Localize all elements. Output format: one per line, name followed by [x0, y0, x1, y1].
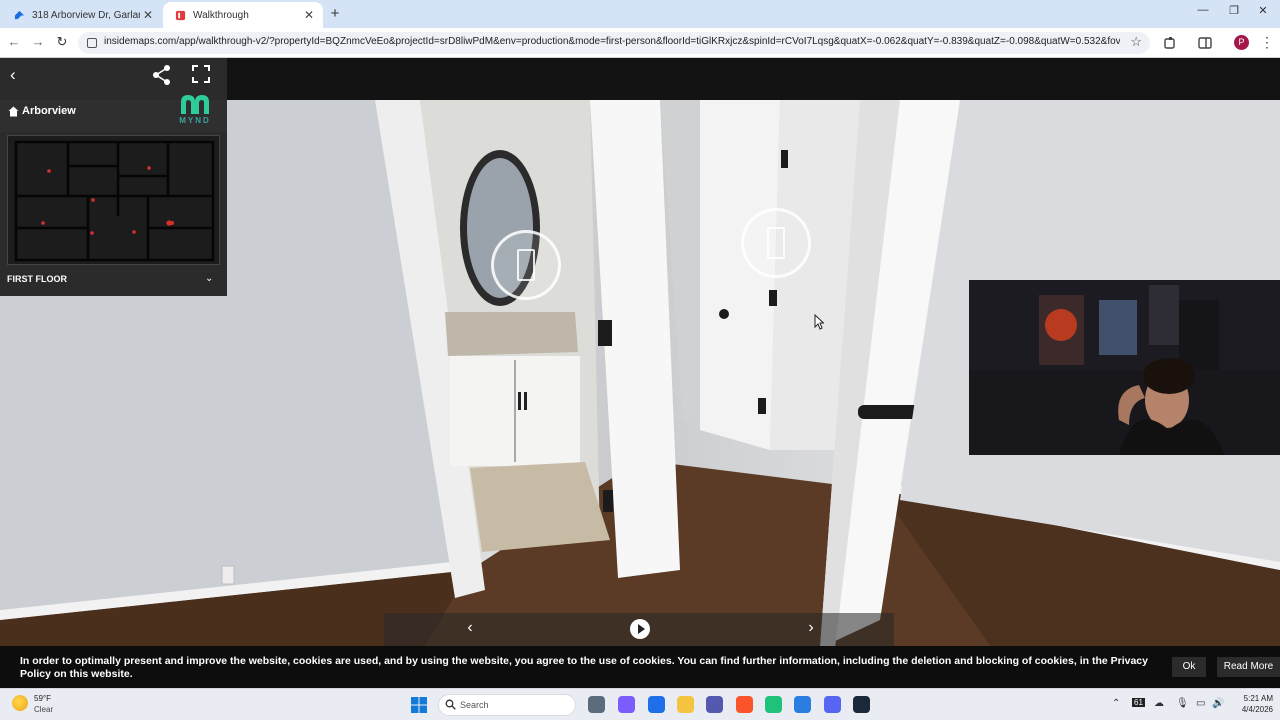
next-icon[interactable]: ›: [801, 619, 821, 637]
share-icon[interactable]: [151, 64, 173, 86]
brave-browser-icon[interactable]: [736, 696, 753, 713]
zillow-icon: [14, 10, 25, 19]
playback-controls: ‹ ›: [384, 613, 894, 646]
task-view-icon[interactable]: [588, 696, 605, 713]
tab-zillow[interactable]: 318 Arborview Dr, Garland, TX ✕: [2, 2, 162, 28]
reload-icon[interactable]: ↻: [53, 34, 71, 50]
chevron-down-icon: ⌄: [205, 273, 214, 284]
store-icon[interactable]: [648, 696, 665, 713]
tray-overflow-icon[interactable]: ⌃: [1112, 698, 1120, 709]
teams-icon[interactable]: [706, 696, 723, 713]
property-panel: ‹ Arborview MYND FIRST FLOOR ⌄: [0, 58, 227, 296]
search-placeholder: Search: [460, 700, 489, 710]
fullscreen-icon[interactable]: [191, 64, 211, 84]
clock-time[interactable]: 5:21 AM: [1233, 694, 1273, 703]
cookie-read-more-button[interactable]: Read More: [1217, 657, 1280, 677]
url-text: insidemaps.com/app/walkthrough-v2/?prope…: [104, 36, 1120, 47]
search-icon: [445, 699, 456, 710]
tray-app-icon[interactable]: 61: [1132, 698, 1145, 707]
tab-strip: 318 Arborview Dr, Garland, TX ✕ Walkthro…: [0, 0, 1280, 28]
cookie-banner: In order to optimally present and improv…: [0, 646, 1280, 688]
webcam-feed: [969, 280, 1280, 455]
mouse-cursor-icon: [814, 314, 824, 330]
floor-label: FIRST FLOOR: [7, 274, 67, 284]
floor-selector[interactable]: FIRST FLOOR ⌄: [0, 266, 227, 296]
close-icon[interactable]: ✕: [301, 8, 317, 22]
windows-start-icon[interactable]: [411, 697, 427, 713]
volume-icon[interactable]: 🔊: [1212, 698, 1224, 709]
tab-label: Walkthrough: [193, 9, 249, 21]
discord-icon[interactable]: [824, 696, 841, 713]
brand-logo: MYND: [168, 92, 222, 132]
display-icon[interactable]: ▭: [1196, 698, 1205, 709]
copilot-icon[interactable]: [618, 696, 635, 713]
app-icon[interactable]: [765, 696, 782, 713]
weather-description: Clear: [34, 705, 54, 714]
new-tab-button[interactable]: +: [328, 5, 342, 22]
menu-icon[interactable]: ⋮: [1260, 34, 1274, 51]
back-icon[interactable]: ←: [5, 34, 23, 49]
address-bar: ← → ↻ insidemaps.com/app/walkthrough-v2/…: [0, 28, 1280, 58]
navigation-hotspot[interactable]: [741, 208, 811, 278]
chrome-icon[interactable]: [794, 696, 811, 713]
brand-name: MYND: [179, 116, 211, 125]
property-name: Arborview: [22, 105, 76, 117]
cookie-message: In order to optimally present and improv…: [20, 655, 1148, 680]
navigation-hotspot[interactable]: [491, 230, 561, 300]
previous-icon[interactable]: ‹: [460, 619, 480, 637]
steam-icon[interactable]: [853, 696, 870, 713]
window-close-icon[interactable]: ✕: [1253, 4, 1273, 17]
walkthrough-viewer[interactable]: ‹ Arborview MYND FIRST FLOOR ⌄ ‹ › In or…: [0, 58, 1280, 688]
tab-walkthrough[interactable]: Walkthrough ✕: [163, 2, 323, 28]
forward-icon[interactable]: →: [29, 34, 47, 49]
insidemaps-icon: [175, 10, 186, 20]
microphone-icon[interactable]: 🎙: [1176, 698, 1189, 709]
weather-moon-icon[interactable]: [12, 695, 28, 711]
back-arrow-icon[interactable]: ‹: [10, 65, 16, 85]
file-explorer-icon[interactable]: [677, 696, 694, 713]
webcam-overlay: [969, 280, 1280, 455]
network-tray-icon[interactable]: ☁: [1154, 698, 1164, 709]
door-icon: [517, 249, 535, 281]
extensions-icon[interactable]: [1162, 35, 1178, 51]
minimize-icon[interactable]: —: [1193, 4, 1213, 16]
floor-plan-minimap[interactable]: [7, 135, 220, 265]
url-field[interactable]: insidemaps.com/app/walkthrough-v2/?prope…: [78, 32, 1150, 54]
floor-plan: [14, 140, 215, 262]
bookmark-star-icon[interactable]: ☆: [1130, 34, 1142, 50]
door-icon: [767, 227, 785, 259]
cookie-ok-button[interactable]: Ok: [1172, 657, 1206, 677]
clock-date[interactable]: 4/4/2026: [1233, 705, 1273, 714]
sidebar-panel-icon[interactable]: [1197, 35, 1213, 51]
taskbar-search-box[interactable]: Search: [438, 694, 576, 716]
windows-taskbar: 59°F Clear Search ⌃ 61 ☁ 🎙 ▭ 🔊 5:21 AM 4…: [0, 688, 1280, 720]
home-icon: [8, 106, 19, 117]
restore-icon[interactable]: ❐: [1224, 4, 1244, 17]
mynd-logo-icon: [181, 95, 209, 114]
play-icon[interactable]: [630, 619, 650, 639]
weather-temperature: 59°F: [34, 694, 51, 703]
tab-label: 318 Arborview Dr, Garland, TX: [32, 9, 140, 21]
profile-avatar[interactable]: P: [1234, 35, 1249, 50]
close-icon[interactable]: ✕: [140, 8, 156, 22]
site-info-icon[interactable]: [87, 38, 97, 48]
